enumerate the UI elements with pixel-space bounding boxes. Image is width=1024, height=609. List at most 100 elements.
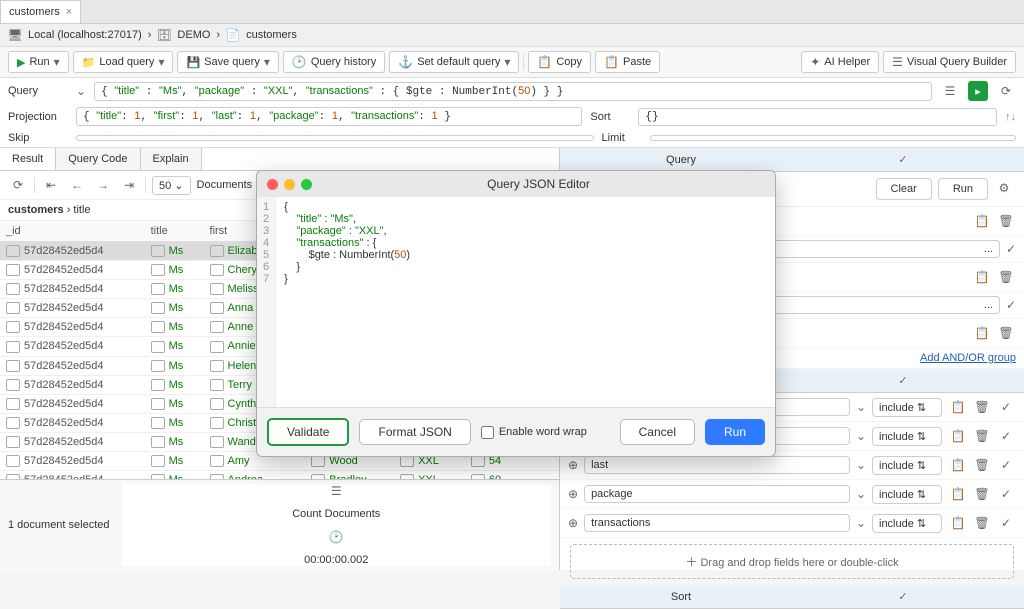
tab-explain[interactable]: Explain (141, 148, 202, 170)
json-editor[interactable]: 1234567 { "title" : "Ms", "package" : "X… (257, 197, 775, 407)
gear-icon[interactable]: ⚙ (994, 178, 1014, 198)
collection-icon: 📄 (226, 28, 240, 42)
trash-icon[interactable]: 🗑 (996, 267, 1016, 287)
query-opt1-icon[interactable]: ☰ (940, 81, 960, 101)
trash-icon[interactable]: 🗑 (972, 484, 992, 504)
cancel-button[interactable]: Cancel (620, 419, 695, 445)
document-tabs: customers × (0, 0, 1024, 24)
first-page-icon[interactable]: ⇤ (41, 175, 61, 195)
window-min-icon[interactable] (284, 179, 295, 190)
vqb-include-select[interactable]: include ⇅ (872, 485, 942, 504)
skip-input[interactable] (76, 135, 594, 141)
vqb-include-select[interactable]: include ⇅ (872, 398, 942, 417)
trash-icon[interactable]: 🗑 (996, 323, 1016, 343)
query-label: Query (8, 85, 68, 97)
status-selected: 1 document selected (8, 519, 110, 531)
close-icon[interactable]: × (66, 6, 72, 18)
status-time: 00:00:00.002 (304, 554, 368, 566)
vqb-field-input[interactable]: package (584, 485, 850, 503)
query-runicon-icon[interactable]: ▸ (968, 81, 988, 101)
copy-button[interactable]: 📋Copy (528, 51, 591, 73)
limit-input[interactable] (650, 135, 1016, 141)
query-input[interactable]: { "title" : "Ms", "package" : "XXL", "tr… (94, 82, 932, 101)
vqb-run-button[interactable]: Run (938, 178, 988, 200)
drag-icon[interactable]: ⊕ (568, 516, 578, 530)
sort-label: Sort (590, 111, 630, 123)
sort-arrows-icon[interactable]: ↑↓ (1005, 111, 1016, 123)
check-icon: ✓ (996, 455, 1016, 475)
prev-page-icon[interactable]: ← (67, 175, 87, 195)
tab-query-code[interactable]: Query Code (56, 148, 140, 170)
vqb-include-select[interactable]: include ⇅ (872, 514, 942, 533)
col-id[interactable]: _id (0, 221, 145, 242)
copy-icon[interactable]: 📋 (972, 323, 992, 343)
drag-icon[interactable]: ⊕ (568, 458, 578, 472)
sort-input[interactable]: {} (638, 108, 997, 126)
check-icon: ✓ (996, 484, 1016, 504)
col-title[interactable]: title (145, 221, 204, 242)
chevron-down-icon[interactable]: ⌄ (76, 84, 86, 98)
vqb-query-header[interactable]: Query ✓ (560, 148, 1024, 172)
pagesize-select[interactable]: 50 ⌄ (152, 176, 191, 195)
load-query-button[interactable]: 📁Load query▾ (73, 51, 174, 73)
copy-icon[interactable]: 📋 (948, 513, 968, 533)
paste-button[interactable]: 📋Paste (595, 51, 660, 73)
skip-label: Skip (8, 132, 68, 144)
trash-icon[interactable]: 🗑 (996, 211, 1016, 231)
query-opt2-icon[interactable]: ⟳ (996, 81, 1016, 101)
copy-icon[interactable]: 📋 (972, 211, 992, 231)
projection-label: Projection (8, 111, 68, 123)
trash-icon[interactable]: 🗑 (972, 397, 992, 417)
tab-customers[interactable]: customers × (0, 0, 81, 23)
copy-icon[interactable]: 📋 (948, 397, 968, 417)
main-toolbar: ▶Run▾ 📁Load query▾ 💾Save query▾ 🕑Query h… (0, 47, 1024, 78)
table-row[interactable]: 57d28452ed5d4 Ms Andrea Bradley XXL 60 (0, 471, 559, 479)
query-section: Query ⌄ { "title" : "Ms", "package" : "X… (0, 78, 1024, 148)
count-icon[interactable]: ☰ (331, 484, 342, 498)
visual-query-builder-button[interactable]: ☰Visual Query Builder (883, 51, 1016, 73)
vqb-clear-button[interactable]: Clear (876, 178, 932, 200)
window-max-icon[interactable] (301, 179, 312, 190)
vqb-sort-header[interactable]: Sort ✓ (560, 585, 1024, 609)
add-andor-group-link[interactable]: Add AND/OR group (920, 352, 1016, 364)
breadcrumb-coll[interactable]: customers (246, 29, 297, 41)
save-query-button[interactable]: 💾Save query▾ (177, 51, 278, 73)
next-page-icon[interactable]: → (93, 175, 113, 195)
check-icon: ✓ (996, 513, 1016, 533)
set-default-query-button[interactable]: ⚓Set default query▾ (389, 51, 519, 73)
tab-title: customers (9, 6, 60, 18)
check-icon: ✓ (792, 153, 1014, 166)
check-icon: ✓ (792, 374, 1014, 387)
check-icon: ✓ (1006, 242, 1016, 256)
drag-icon[interactable]: ⊕ (568, 487, 578, 501)
vqb-field-input[interactable]: last (584, 456, 850, 474)
projection-input[interactable]: { "title": 1, "first": 1, "last": 1, "pa… (76, 107, 582, 126)
breadcrumb-db[interactable]: DEMO (177, 29, 210, 41)
trash-icon[interactable]: 🗑 (972, 513, 992, 533)
enable-word-wrap-checkbox[interactable]: Enable word wrap (481, 426, 587, 439)
ai-helper-button[interactable]: ✦AI Helper (801, 51, 879, 73)
window-close-icon[interactable] (267, 179, 278, 190)
vqb-field-input[interactable]: transactions (584, 514, 850, 532)
trash-icon[interactable]: 🗑 (972, 455, 992, 475)
vqb-dropzone[interactable]: ＋ Drag and drop fields here or double-cl… (570, 544, 1014, 579)
copy-icon[interactable]: 📋 (948, 455, 968, 475)
copy-icon[interactable]: 📋 (948, 484, 968, 504)
copy-icon[interactable]: 📋 (948, 426, 968, 446)
trash-icon[interactable]: 🗑 (972, 426, 992, 446)
validate-button[interactable]: Validate (267, 418, 349, 446)
modal-title: Query JSON Editor (312, 177, 765, 191)
breadcrumb: 🖥 Local (localhost:27017) › 🗄 DEMO › 📄 c… (0, 24, 1024, 47)
refresh-icon[interactable]: ⟳ (8, 175, 28, 195)
tab-result[interactable]: Result (0, 148, 56, 170)
modal-run-button[interactable]: Run (705, 419, 765, 445)
format-json-button[interactable]: Format JSON (359, 419, 470, 445)
breadcrumb-conn[interactable]: Local (localhost:27017) (28, 29, 142, 41)
count-documents[interactable]: Count Documents (292, 508, 380, 520)
copy-icon[interactable]: 📋 (972, 267, 992, 287)
last-page-icon[interactable]: ⇥ (119, 175, 139, 195)
vqb-include-select[interactable]: include ⇅ (872, 427, 942, 446)
vqb-include-select[interactable]: include ⇅ (872, 456, 942, 475)
run-button[interactable]: ▶Run▾ (8, 51, 69, 73)
query-history-button[interactable]: 🕑Query history (283, 51, 385, 73)
